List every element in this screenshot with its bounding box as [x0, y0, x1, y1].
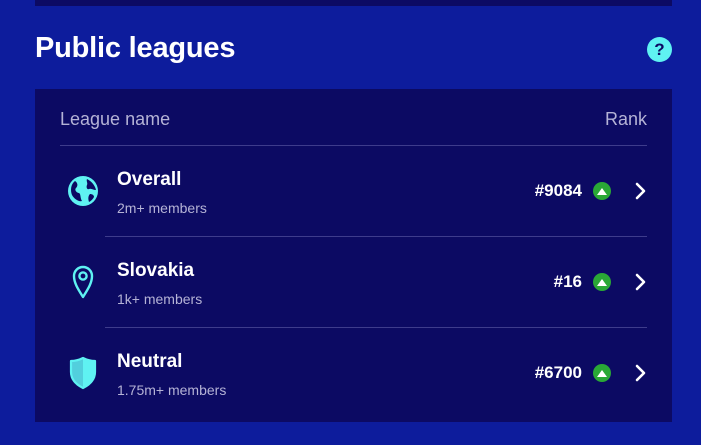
league-members: 1k+ members: [117, 291, 203, 307]
league-name: Neutral: [117, 351, 183, 372]
league-row-overall[interactable]: Overall 2m+ members #9084: [35, 146, 672, 237]
chevron-right-icon[interactable]: [634, 363, 648, 383]
league-name: Slovakia: [117, 260, 195, 281]
section-header: Public leagues ?: [35, 30, 672, 72]
shield-icon: [65, 355, 101, 391]
column-header-rank: Rank: [604, 109, 647, 129]
league-rank: #6700: [534, 363, 582, 382]
rank-up-icon: [593, 364, 611, 382]
league-row-neutral[interactable]: Neutral 1.75m+ members #6700: [35, 328, 672, 419]
globe-icon: [65, 173, 101, 209]
section-title: Public leagues: [35, 32, 236, 64]
rank-up-icon: [593, 273, 611, 291]
help-button[interactable]: ?: [647, 37, 672, 62]
league-name: Overall: [117, 169, 182, 190]
league-rank: #16: [553, 272, 582, 291]
rank-up-icon: [593, 182, 611, 200]
chevron-right-icon[interactable]: [634, 272, 648, 292]
league-row-slovakia[interactable]: Slovakia 1k+ members #16: [35, 237, 672, 328]
table-header: League name Rank: [60, 89, 647, 146]
column-header-league-name: League name: [60, 109, 171, 129]
previous-section-strip: [35, 0, 672, 6]
league-members: 2m+ members: [117, 200, 207, 216]
public-leagues-table: League name Rank Overall 2m+ members #90…: [35, 89, 672, 422]
league-rank: #9084: [534, 181, 582, 200]
chevron-right-icon[interactable]: [634, 181, 648, 201]
league-members: 1.75m+ members: [117, 382, 227, 398]
help-icon: ?: [654, 40, 665, 59]
location-pin-icon: [65, 264, 101, 300]
